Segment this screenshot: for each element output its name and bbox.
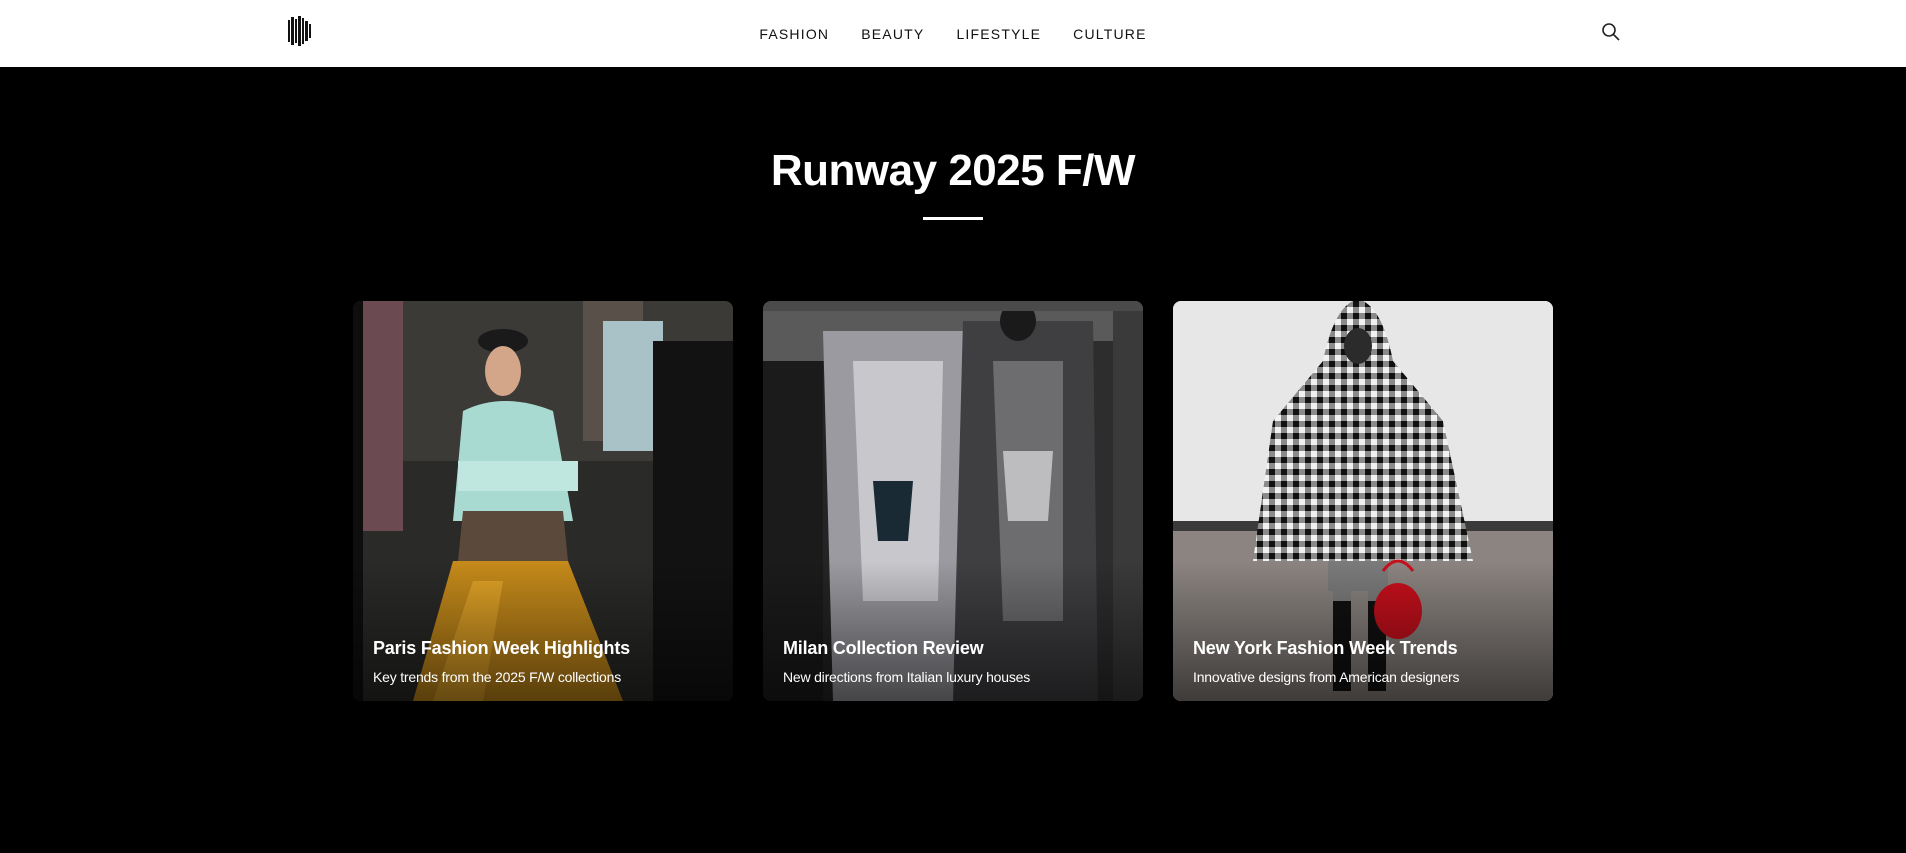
- card-subtitle: Key trends from the 2025 F/W collections: [373, 669, 621, 685]
- card-title: Paris Fashion Week Highlights: [373, 638, 630, 658]
- card-title: New York Fashion Week Trends: [1193, 638, 1458, 658]
- card-title: Milan Collection Review: [783, 638, 984, 658]
- title-underline: [923, 217, 983, 220]
- card-new-york[interactable]: New York Fashion Week Trends Innovative …: [1173, 301, 1553, 701]
- section-title: Runway 2025 F/W: [770, 146, 1136, 195]
- card-subtitle: Innovative designs from American designe…: [1193, 669, 1460, 685]
- card-paris[interactable]: Paris Fashion Week Highlights Key trends…: [353, 301, 733, 701]
- site-header: FASHION BEAUTY LIFESTYLE CULTURE: [0, 0, 1906, 67]
- search-icon[interactable]: [1601, 22, 1621, 42]
- nav-culture[interactable]: CULTURE: [1073, 26, 1146, 42]
- nav-lifestyle[interactable]: LIFESTYLE: [956, 26, 1041, 42]
- nav-beauty[interactable]: BEAUTY: [861, 26, 924, 42]
- nav-fashion[interactable]: FASHION: [759, 26, 829, 42]
- card-grid: Paris Fashion Week Highlights Key trends…: [353, 301, 1553, 701]
- card-subtitle: New directions from Italian luxury house…: [783, 669, 1031, 685]
- card-milan[interactable]: Milan Collection Review New directions f…: [763, 301, 1143, 701]
- runway-section: Runway 2025 F/W Paris Fashion Week Highl…: [0, 67, 1906, 853]
